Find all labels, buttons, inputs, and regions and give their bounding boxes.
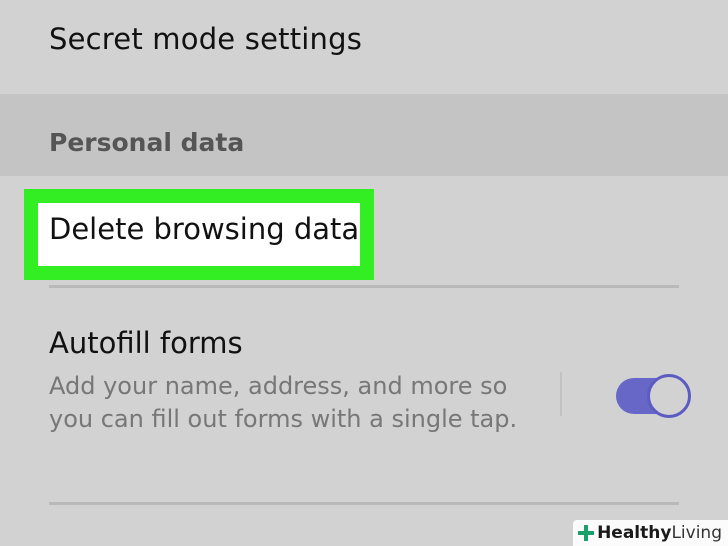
divider: [49, 502, 679, 505]
section-header-label: Personal data: [49, 128, 245, 157]
vertical-separator: [560, 372, 562, 416]
secret-mode-settings-label: Secret mode settings: [49, 22, 363, 56]
autofill-forms-title[interactable]: Autofill forms: [49, 326, 243, 360]
toggle-knob: [647, 374, 691, 418]
autofill-forms-description: Add your name, address, and more so you …: [49, 372, 518, 433]
watermark: Healthy Living: [573, 520, 728, 546]
divider: [49, 285, 679, 288]
autofill-forms-toggle[interactable]: [616, 374, 691, 418]
watermark-brand-light: Living: [671, 523, 722, 543]
delete-browsing-data-label[interactable]: Delete browsing data: [49, 212, 359, 246]
secret-mode-settings-row[interactable]: Secret mode settings: [0, 0, 728, 94]
watermark-brand-bold: Healthy: [597, 523, 672, 543]
plus-cross-icon: [578, 525, 595, 541]
